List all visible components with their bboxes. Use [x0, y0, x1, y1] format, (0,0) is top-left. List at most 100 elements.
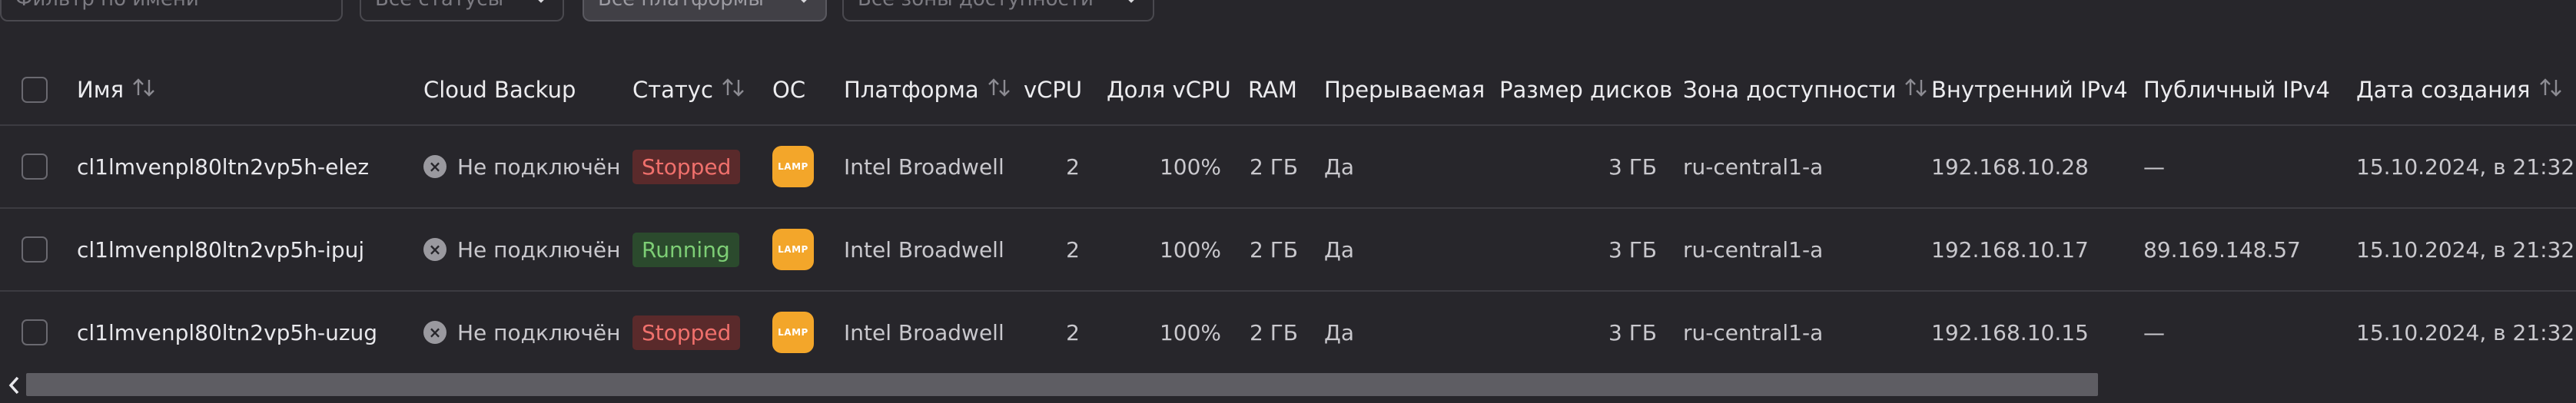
- cloud-backup-value: Не подключён: [457, 154, 621, 180]
- vm-name[interactable]: cl1lmvenpl80ltn2vp5h-elez: [77, 126, 369, 207]
- table-row[interactable]: cl1lmvenpl80ltn2vp5h-uzug × Не подключён…: [0, 292, 2576, 373]
- platform-value: Intel Broadwell: [844, 236, 1004, 263]
- column-header-label: Доля vCPU: [1107, 77, 1231, 103]
- cloud-backup-value: Не подключён: [457, 236, 621, 263]
- platform-filter-value: Все платформы: [598, 0, 764, 11]
- vm-name[interactable]: cl1lmvenpl80ltn2vp5h-uzug: [77, 292, 377, 373]
- column-header-vcpu: vCPU: [1024, 55, 1082, 124]
- preemptible-value: Да: [1324, 319, 1355, 345]
- created-value: 15.10.2024, в 21:32: [2356, 236, 2575, 263]
- ram-value: 2 ГБ: [1250, 319, 1298, 345]
- column-header-public-ipv4: Публичный IPv4: [2143, 55, 2330, 124]
- vcpu-share-value: 100%: [1159, 236, 1221, 263]
- chevron-down-icon: [1124, 0, 1139, 8]
- os-cell: LAMP: [772, 292, 814, 373]
- disk-size-value: 3 ГБ: [1608, 236, 1657, 263]
- vcpu-share-value: 100%: [1159, 154, 1221, 180]
- column-header-label: Зона доступности: [1683, 77, 1897, 103]
- column-header-created[interactable]: Дата создания: [2356, 55, 2563, 124]
- status-badge: Running: [632, 232, 739, 267]
- column-header-label: Внутренний IPv4: [1931, 77, 2128, 103]
- vcpu-value: 2: [1066, 154, 1080, 180]
- table-row[interactable]: cl1lmvenpl80ltn2vp5h-ipuj × Не подключён…: [0, 209, 2576, 292]
- sort-arrows-icon[interactable]: [1904, 77, 1928, 104]
- status-filter-select[interactable]: Все статусы: [360, 0, 564, 21]
- column-header-label: Прерываемая: [1324, 77, 1486, 103]
- lamp-os-icon: LAMP: [772, 146, 814, 187]
- table-header: Имя Cloud Backup Статус ОС Платформа vCP…: [0, 55, 2576, 126]
- lamp-os-icon: LAMP: [772, 229, 814, 270]
- sort-arrows-icon[interactable]: [721, 77, 745, 104]
- disk-size-value: 3 ГБ: [1608, 319, 1657, 345]
- vm-name[interactable]: cl1lmvenpl80ltn2vp5h-ipuj: [77, 209, 364, 290]
- name-filter-placeholder: Фильтр по имени: [15, 0, 199, 11]
- column-header-os: ОС: [772, 55, 805, 124]
- row-checkbox-cell: [22, 292, 48, 373]
- status-filter-value: Все статусы: [375, 0, 503, 11]
- column-header-internal-ipv4: Внутренний IPv4: [1931, 55, 2128, 124]
- name-filter-input[interactable]: Фильтр по имени: [0, 0, 343, 21]
- platform-filter-select[interactable]: Все платформы: [583, 0, 827, 21]
- column-header-label: Платформа: [844, 77, 979, 103]
- cloud-backup-value: Не подключён: [457, 319, 621, 345]
- preemptible-value: Да: [1324, 154, 1355, 180]
- column-header-label: Cloud Backup: [423, 77, 576, 103]
- os-cell: LAMP: [772, 209, 814, 290]
- preemptible-value: Да: [1324, 236, 1355, 263]
- status-cell: Running: [632, 209, 739, 290]
- disk-size-value: 3 ГБ: [1608, 154, 1657, 180]
- select-all-checkbox[interactable]: [22, 77, 48, 103]
- column-header-label: Дата создания: [2356, 77, 2531, 103]
- public-ipv4-value: —: [2143, 154, 2165, 180]
- x-circle-icon: ×: [423, 155, 446, 178]
- vcpu-share-value: 100%: [1159, 319, 1221, 345]
- row-checkbox-cell: [22, 209, 48, 290]
- horizontal-scrollbar[interactable]: [0, 370, 2576, 403]
- vcpu-value: 2: [1066, 319, 1080, 345]
- created-value: 15.10.2024, в 21:32: [2356, 154, 2575, 180]
- select-all-checkbox-cell: [22, 55, 48, 124]
- chevron-left-icon[interactable]: [3, 372, 25, 399]
- column-header-label: Размер дисков: [1499, 77, 1673, 103]
- column-header-label: RAM: [1248, 77, 1297, 103]
- vcpu-value: 2: [1066, 236, 1080, 263]
- sort-arrows-icon[interactable]: [2538, 77, 2563, 104]
- x-circle-icon: ×: [423, 321, 446, 344]
- status-cell: Stopped: [632, 126, 741, 207]
- column-header-disk-size: Размер дисков: [1499, 55, 1672, 124]
- created-value: 15.10.2024, в 21:32: [2356, 319, 2575, 345]
- ram-value: 2 ГБ: [1250, 236, 1298, 263]
- internal-ipv4-value: 192.168.10.28: [1931, 154, 2089, 180]
- ram-value: 2 ГБ: [1250, 154, 1298, 180]
- chevron-down-icon: [796, 0, 812, 8]
- lamp-os-icon: LAMP: [772, 312, 814, 353]
- status-cell: Stopped: [632, 292, 741, 373]
- column-header-label: Имя: [77, 77, 124, 103]
- column-header-name[interactable]: Имя: [77, 55, 156, 124]
- sort-arrows-icon[interactable]: [987, 77, 1011, 104]
- row-checkbox[interactable]: [22, 154, 48, 180]
- row-checkbox-cell: [22, 126, 48, 207]
- zone-filter-select[interactable]: Все зоны доступности: [842, 0, 1154, 21]
- scrollbar-thumb[interactable]: [26, 373, 2098, 396]
- row-checkbox[interactable]: [22, 319, 48, 345]
- column-header-ram: RAM: [1248, 55, 1297, 124]
- zone-value: ru-central1-a: [1683, 319, 1824, 345]
- column-header-preemptible: Прерываемая: [1324, 55, 1485, 124]
- platform-value: Intel Broadwell: [844, 154, 1004, 180]
- zone-value: ru-central1-a: [1683, 154, 1824, 180]
- cloud-backup-cell: × Не подключён: [423, 126, 620, 207]
- os-cell: LAMP: [772, 126, 814, 207]
- column-header-platform[interactable]: Платформа: [844, 55, 1011, 124]
- zone-filter-value: Все зоны доступности: [858, 0, 1094, 11]
- internal-ipv4-value: 192.168.10.15: [1931, 319, 2089, 345]
- column-header-label: Статус: [632, 77, 713, 103]
- internal-ipv4-value: 192.168.10.17: [1931, 236, 2089, 263]
- column-header-zone[interactable]: Зона доступности: [1683, 55, 1928, 124]
- table-row[interactable]: cl1lmvenpl80ltn2vp5h-elez × Не подключён…: [0, 126, 2576, 209]
- status-badge: Stopped: [632, 315, 741, 350]
- vm-list-page: Фильтр по имени Все статусы Все платформ…: [0, 0, 2576, 403]
- column-header-status[interactable]: Статус: [632, 55, 745, 124]
- row-checkbox[interactable]: [22, 236, 48, 263]
- sort-arrows-icon[interactable]: [131, 77, 156, 104]
